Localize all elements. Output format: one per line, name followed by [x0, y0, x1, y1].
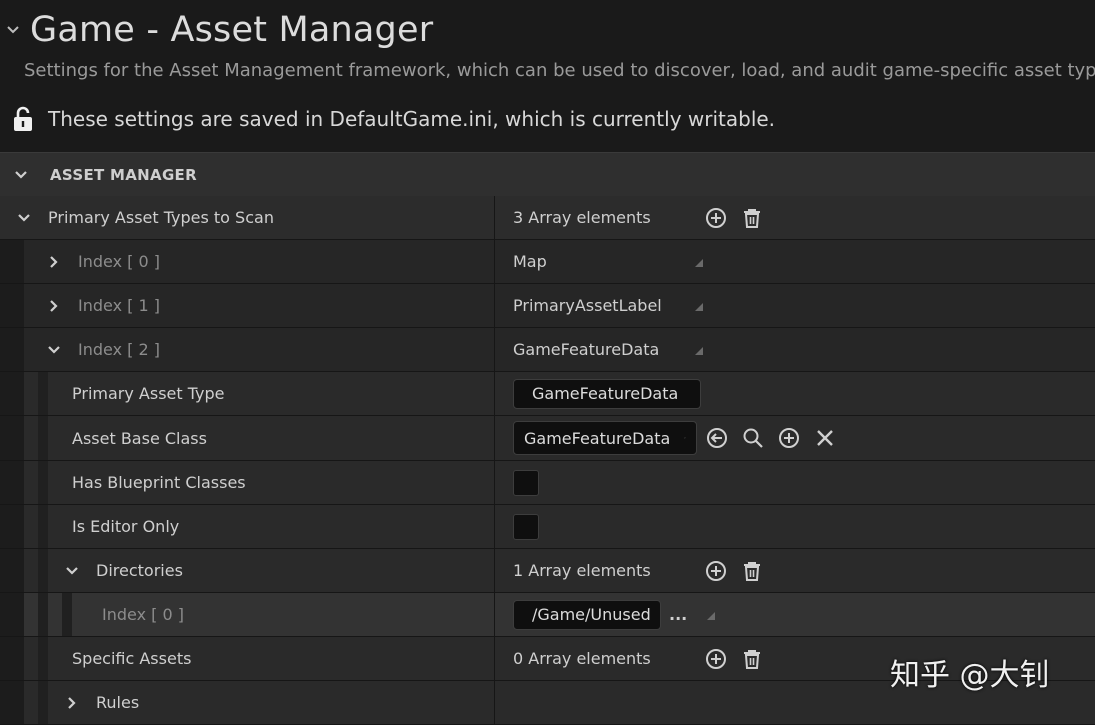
property-label: Has Blueprint Classes: [72, 473, 246, 492]
directory-path-input[interactable]: /Game/Unused: [513, 599, 661, 630]
add-element-icon[interactable]: [705, 648, 727, 670]
add-element-icon[interactable]: [705, 207, 727, 229]
combo-value: GameFeatureData: [524, 428, 671, 448]
config-file-status: These settings are saved in DefaultGame.…: [12, 106, 775, 132]
row-is-editor-only: Is Editor Only: [0, 505, 1095, 549]
indent-bar: [0, 461, 24, 504]
row-primary-asset-type: Primary Asset Type GameFeatureData: [0, 372, 1095, 416]
property-label: Primary Asset Types to Scan: [48, 208, 274, 227]
use-selected-arrow-icon[interactable]: [706, 427, 728, 449]
property-label: Primary Asset Type: [72, 384, 225, 403]
index-label: Index [ 1 ]: [78, 296, 160, 315]
indent-bar: [0, 240, 24, 283]
indent-bar: [38, 461, 48, 504]
chevron-down-icon[interactable]: [47, 343, 61, 357]
primary-asset-type-input[interactable]: GameFeatureData: [513, 378, 701, 409]
add-element-icon[interactable]: [705, 560, 727, 582]
trash-icon[interactable]: [741, 648, 763, 670]
asset-base-class-combo[interactable]: GameFeatureData: [513, 421, 697, 455]
section-label: ASSET MANAGER: [50, 165, 197, 184]
chevron-right-icon[interactable]: [47, 255, 61, 269]
indent-bar: [0, 416, 24, 460]
trash-icon[interactable]: [741, 560, 763, 582]
indent-bar: [0, 681, 24, 724]
property-label: Is Editor Only: [72, 517, 180, 536]
dropdown-corner-icon[interactable]: [695, 303, 703, 311]
array-count: 3 Array elements: [513, 208, 651, 227]
row-directories: Directories 1 Array elements: [0, 549, 1095, 593]
indent-bar: [62, 593, 72, 636]
unlock-icon: [14, 106, 32, 131]
chevron-right-icon[interactable]: [65, 696, 79, 710]
asset-type-value[interactable]: PrimaryAssetLabel: [513, 296, 662, 315]
page-title: Game - Asset Manager: [30, 10, 434, 50]
has-blueprint-checkbox[interactable]: [513, 469, 539, 496]
trash-icon[interactable]: [741, 207, 763, 229]
row-index-1: Index [ 1 ] PrimaryAssetLabel: [0, 284, 1095, 328]
indent-bar: [0, 593, 24, 636]
property-grid: Primary Asset Types to Scan 3 Array elem…: [0, 196, 1095, 725]
indent-bar: [38, 549, 48, 592]
indent-bar: [38, 416, 48, 460]
dropdown-corner-icon[interactable]: [695, 259, 703, 267]
settings-title-row[interactable]: Game - Asset Manager: [6, 8, 433, 52]
array-count: 1 Array elements: [513, 561, 651, 580]
add-icon[interactable]: [778, 427, 800, 449]
chevron-right-icon[interactable]: [47, 299, 61, 313]
chevron-down-icon[interactable]: [6, 23, 20, 37]
asset-type-value[interactable]: GameFeatureData: [513, 340, 659, 359]
chevron-down-icon: [684, 437, 686, 439]
index-label: Index [ 2 ]: [78, 340, 160, 359]
clear-icon[interactable]: [814, 427, 836, 449]
dropdown-corner-icon[interactable]: [707, 612, 715, 620]
section-asset-manager[interactable]: ASSET MANAGER: [0, 152, 1095, 197]
indent-bar: [38, 593, 48, 636]
row-has-blueprint-classes: Has Blueprint Classes: [0, 461, 1095, 505]
search-icon[interactable]: [742, 427, 764, 449]
indent-bar: [0, 284, 24, 327]
property-label: Directories: [96, 561, 183, 580]
writable-note: These settings are saved in DefaultGame.…: [48, 107, 776, 131]
indent-bar: [0, 505, 24, 548]
indent-bar: [0, 637, 24, 680]
editor-only-checkbox[interactable]: [513, 513, 539, 540]
row-index-2: Index [ 2 ] GameFeatureData: [0, 328, 1095, 372]
watermark: 知乎 @大钊: [890, 658, 1050, 693]
indent-bar: [0, 549, 24, 592]
index-label: Index [ 0 ]: [102, 605, 184, 624]
indent-bar: [38, 681, 48, 724]
page-description: Settings for the Asset Management framew…: [24, 60, 1095, 81]
chevron-down-icon[interactable]: [14, 168, 28, 182]
row-index-0: Index [ 0 ] Map: [0, 240, 1095, 284]
array-count: 0 Array elements: [513, 649, 651, 668]
index-label: Index [ 0 ]: [78, 252, 160, 271]
row-directory-index-0: Index [ 0 ] /Game/Unused ...: [0, 593, 1095, 637]
property-label: Asset Base Class: [72, 428, 207, 448]
property-label: Specific Assets: [72, 649, 192, 668]
property-label: Rules: [96, 693, 140, 712]
asset-type-value[interactable]: Map: [513, 252, 547, 271]
browse-more-button[interactable]: ...: [669, 605, 687, 624]
chevron-down-icon[interactable]: [17, 211, 31, 225]
indent-bar: [38, 505, 48, 548]
indent-bar: [38, 372, 48, 415]
dropdown-corner-icon[interactable]: [695, 347, 703, 355]
chevron-down-icon[interactable]: [65, 564, 79, 578]
indent-bar: [0, 328, 24, 371]
indent-bar: [38, 637, 48, 680]
indent-bar: [0, 372, 24, 415]
row-primary-asset-types: Primary Asset Types to Scan 3 Array elem…: [0, 196, 1095, 240]
row-asset-base-class: Asset Base Class GameFeatureData: [0, 416, 1095, 461]
